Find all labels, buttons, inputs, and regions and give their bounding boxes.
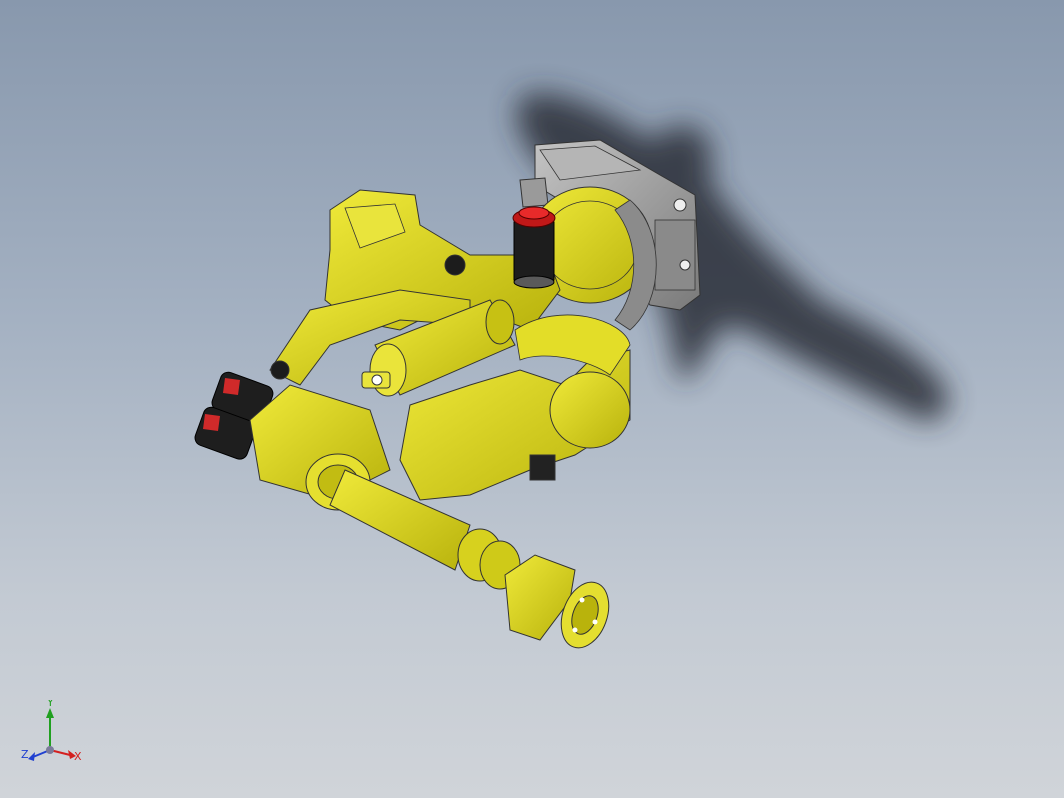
z-axis-arrow xyxy=(28,752,35,761)
robot-arm-model[interactable] xyxy=(0,0,1064,798)
end-flange xyxy=(504,554,610,649)
y-axis-arrow xyxy=(46,708,54,718)
coordinate-triad: Y X Z xyxy=(21,700,82,763)
x-axis-label: X xyxy=(74,750,82,763)
graphics-viewport[interactable]: Y X Z xyxy=(0,0,1064,798)
y-axis-label: Y xyxy=(46,700,54,709)
top-motor xyxy=(512,206,556,289)
z-axis-label: Z xyxy=(21,748,29,761)
